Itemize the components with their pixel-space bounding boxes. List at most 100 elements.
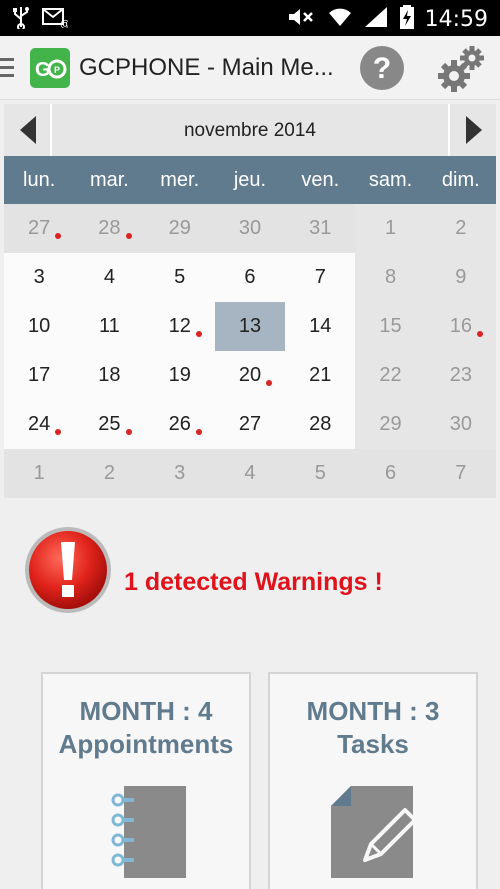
calendar-day-number: 24: [28, 413, 51, 435]
calendar-week: 17 18 19 20 21 22 23: [4, 351, 496, 400]
calendar-day-number: 19: [168, 364, 191, 386]
event-indicator-dot: [55, 429, 62, 435]
edit-document-icon: [325, 782, 425, 882]
calendar-day-number: 26: [168, 413, 191, 435]
calendar-day[interactable]: 2: [74, 449, 145, 498]
month-navigation: novembre 2014: [4, 104, 496, 156]
calendar-day-number: 9: [455, 266, 467, 288]
previous-month-button[interactable]: [4, 104, 52, 156]
calendar-day[interactable]: 18: [74, 351, 145, 400]
calendar-day[interactable]: 8: [355, 253, 426, 302]
calendar-day-number: 28: [309, 413, 332, 435]
email-icon: @: [42, 6, 70, 33]
calendar-week: 24 25 26 27 28 29 30: [4, 400, 496, 449]
warning-icon[interactable]: [22, 524, 114, 616]
calendar-day[interactable]: 9: [425, 253, 496, 302]
calendar-day[interactable]: 20: [214, 351, 286, 400]
app-logo[interactable]: G P: [30, 48, 70, 88]
event-indicator-dot: [195, 429, 202, 435]
calendar-day[interactable]: 23: [425, 351, 496, 400]
calendar-day-number: 18: [98, 364, 121, 386]
settings-button[interactable]: [434, 40, 490, 96]
calendar-day[interactable]: 31: [285, 204, 356, 253]
calendar-day-number: 3: [174, 462, 186, 484]
calendar-day[interactable]: 7: [425, 449, 496, 498]
calendar-day[interactable]: 11: [74, 302, 145, 351]
calendar-day-number: 6: [244, 266, 256, 288]
calendar-day[interactable]: 29: [355, 400, 426, 449]
calendar-day[interactable]: 5: [144, 253, 215, 302]
calendar-day[interactable]: 7: [285, 253, 356, 302]
calendar-day[interactable]: 29: [144, 204, 215, 253]
calendar-day-number: 30: [238, 217, 262, 239]
month-label: novembre 2014: [183, 120, 317, 141]
event-indicator-dot: [125, 233, 132, 239]
calendar-day[interactable]: 19: [144, 351, 215, 400]
arrow-right-icon: [466, 116, 482, 144]
calendar-day[interactable]: 10: [4, 302, 75, 351]
calendar-day[interactable]: 15: [355, 302, 426, 351]
calendar-day[interactable]: 6: [355, 449, 426, 498]
calendar-day[interactable]: 3: [144, 449, 215, 498]
calendar-day-number: 29: [379, 413, 402, 435]
calendar-day[interactable]: 2: [425, 204, 496, 253]
weekday-label: sam.: [368, 169, 413, 191]
calendar-day-number: 21: [309, 364, 332, 386]
calendar-day[interactable]: 21: [285, 351, 356, 400]
calendar-day[interactable]: 28: [74, 204, 145, 253]
calendar-day-number: 15: [379, 315, 402, 337]
clock: 14:59: [424, 7, 488, 32]
tasks-month-count: MONTH : 3: [306, 696, 440, 726]
calendar-day-today[interactable]: 13: [214, 302, 286, 351]
calendar-day[interactable]: 30: [425, 400, 496, 449]
weekday-label: lun.: [23, 169, 56, 191]
calendar-day[interactable]: 25: [74, 400, 145, 449]
event-indicator-dot: [125, 429, 132, 435]
event-indicator-dot: [195, 331, 202, 337]
calendar-day[interactable]: 4: [214, 449, 286, 498]
wifi-icon: [327, 5, 353, 34]
calendar-day-number: 5: [314, 462, 326, 484]
app-title: GCPHONE - Main Me...: [79, 54, 334, 81]
calendar-day[interactable]: 24: [4, 400, 75, 449]
calendar-day-number: 2: [455, 217, 467, 239]
calendar-day-number: 31: [309, 217, 332, 239]
next-month-button[interactable]: [448, 104, 496, 156]
calendar-day[interactable]: 5: [285, 449, 356, 498]
calendar-day[interactable]: 16: [425, 302, 496, 351]
calendar-day-number: 7: [314, 266, 326, 288]
calendar-day[interactable]: 14: [285, 302, 356, 351]
calendar-day[interactable]: 1: [355, 204, 426, 253]
calendar-day[interactable]: 4: [74, 253, 145, 302]
tasks-card[interactable]: MONTH : 3 Tasks: [268, 672, 478, 889]
calendar-day-number: 22: [379, 364, 402, 386]
calendar-day-number: 17: [28, 364, 51, 386]
calendar-day[interactable]: 28: [285, 400, 356, 449]
calendar-day-number: 6: [384, 462, 397, 484]
calendar-day[interactable]: 30: [214, 204, 286, 253]
calendar-day[interactable]: 6: [214, 253, 286, 302]
calendar-day[interactable]: 22: [355, 351, 426, 400]
calendar-day[interactable]: 27: [4, 204, 75, 253]
calendar-day[interactable]: 12: [144, 302, 215, 351]
calendar-day[interactable]: 3: [4, 253, 75, 302]
calendar-day-number: 7: [455, 462, 467, 484]
help-icon: ?: [360, 46, 404, 90]
appointments-month-count: MONTH : 4: [79, 696, 213, 726]
help-button[interactable]: ?: [358, 44, 406, 92]
calendar-day-number: 10: [28, 315, 51, 337]
svg-text:@: @: [60, 19, 68, 28]
calendar-day[interactable]: 1: [4, 449, 75, 498]
appointments-card[interactable]: MONTH : 4 Appointments: [41, 672, 251, 889]
weekday-label: dim.: [441, 169, 480, 191]
calendar-day-number: 29: [168, 217, 191, 239]
drawer-menu-icon[interactable]: [0, 58, 14, 82]
notebook-icon: [98, 782, 198, 882]
calendar-day[interactable]: 27: [214, 400, 286, 449]
calendar-day-number: 3: [33, 266, 45, 288]
calendar-day-number: 27: [28, 217, 51, 239]
calendar-day[interactable]: 17: [4, 351, 75, 400]
calendar-day[interactable]: 26: [144, 400, 215, 449]
warning-message[interactable]: 1 detected Warnings !: [124, 568, 383, 597]
calendar-day-number: 13: [238, 315, 262, 337]
